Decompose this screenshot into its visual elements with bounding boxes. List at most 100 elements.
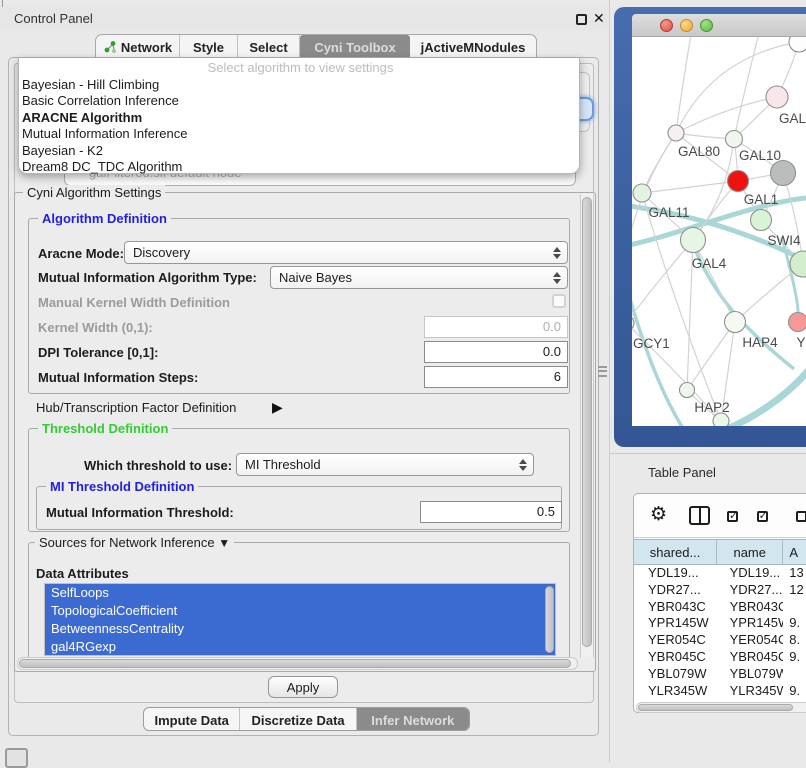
- attribute-list-item[interactable]: BetweennessCentrality: [45, 620, 555, 638]
- attribute-list-item[interactable]: gal4RGexp: [45, 638, 555, 656]
- network-node-gal4[interactable]: [681, 228, 706, 253]
- dropdown-item[interactable]: Bayesian - K2: [19, 143, 579, 160]
- select-all-columns-icon-2[interactable]: ✓: [757, 511, 768, 522]
- manual-kernel-label: Manual Kernel Width Definition: [38, 295, 230, 310]
- dropdown-item[interactable]: Basic Correlation Inference: [19, 93, 579, 110]
- table-cell: YDR27...: [634, 582, 717, 599]
- column-header-name[interactable]: name: [717, 539, 783, 565]
- table-cell: YBL079W: [634, 666, 717, 683]
- data-attributes-list[interactable]: SelfLoopsTopologicalCoefficientBetweenne…: [44, 583, 556, 656]
- table-cell: YBR045C: [634, 649, 717, 666]
- network-node-gal10[interactable]: [726, 131, 743, 148]
- network-node-label: GAL11: [648, 205, 689, 220]
- table-row[interactable]: YER054CYER054C8.: [634, 632, 806, 649]
- dropdown-item[interactable]: Dream8 DC_TDC Algorithm: [19, 159, 579, 176]
- table-cell: YBR043C: [634, 599, 717, 616]
- network-canvas[interactable]: GALGAL80GAL10GAL1GAL11SWI4GAL4GCY1HAP4YH…: [632, 37, 806, 426]
- network-node-y[interactable]: [789, 313, 806, 332]
- minimize-window-icon[interactable]: [680, 19, 693, 32]
- table-panel: Table Panel ⚙ ✓ ✓ shared... name A YDL19…: [610, 447, 806, 762]
- tab-impute-data[interactable]: Impute Data: [144, 708, 240, 731]
- network-node[interactable]: [789, 37, 806, 52]
- dropdown-item[interactable]: Mutual Information Inference: [19, 126, 579, 143]
- table-container: ⚙ ✓ ✓ shared... name A YDL19...YDL19...1…: [633, 493, 806, 713]
- column-header-shared-name[interactable]: shared...: [634, 539, 717, 565]
- network-edge[interactable]: [687, 322, 735, 390]
- split-columns-icon[interactable]: [689, 506, 710, 525]
- table-row[interactable]: YBL079WYBL079W: [634, 666, 806, 683]
- mi-threshold-field[interactable]: 0.5: [420, 501, 562, 523]
- divider-grip-icon[interactable]: [598, 366, 607, 377]
- table-row[interactable]: YBR045CYBR045C9.: [634, 649, 806, 666]
- table-cell: [783, 666, 806, 683]
- tab-network[interactable]: Network: [96, 35, 180, 59]
- tab-infer-network[interactable]: Infer Network: [357, 708, 469, 731]
- network-node-gal80[interactable]: [668, 125, 684, 141]
- network-window-titlebar[interactable]: [632, 14, 806, 37]
- mi-algorithm-type-combo[interactable]: Naive Bayes: [270, 266, 568, 289]
- select-all-columns-icon[interactable]: ✓: [727, 511, 738, 522]
- tab-jactivemnodules[interactable]: jActiveMNodules: [410, 35, 536, 59]
- network-node-label: GCY1: [633, 336, 670, 351]
- table-row[interactable]: YLR345WYLR345W9.: [634, 683, 806, 700]
- network-node-gcy1[interactable]: [632, 315, 634, 331]
- settings-vscroll-thumb[interactable]: [582, 197, 592, 647]
- combo-arrows-icon: [553, 247, 561, 259]
- network-node-gal[interactable]: [766, 86, 788, 108]
- mi-steps-field[interactable]: 6: [424, 366, 568, 388]
- network-edge[interactable]: [693, 240, 735, 322]
- sources-collapse-icon[interactable]: ▼: [218, 536, 230, 550]
- table-cell: 9.: [783, 615, 806, 632]
- table-cell: YIL052C: [634, 699, 717, 700]
- which-threshold-combo[interactable]: MI Threshold: [236, 453, 534, 476]
- attributes-list-scrollbar[interactable]: [545, 586, 554, 653]
- network-node[interactable]: [771, 161, 796, 186]
- tab-discretize-data[interactable]: Discretize Data: [240, 708, 356, 731]
- dropdown-item[interactable]: ARACNE Algorithm: [19, 110, 579, 127]
- apply-button[interactable]: Apply: [268, 676, 338, 698]
- network-node-gal11[interactable]: [633, 184, 651, 202]
- settings-hscroll-thumb[interactable]: [19, 659, 571, 668]
- network-node-gal1[interactable]: [728, 171, 749, 192]
- dpi-tolerance-field[interactable]: 0.0: [424, 341, 568, 363]
- mi-algorithm-type-label: Mutual Information Algorithm Type:: [38, 270, 257, 285]
- close-window-icon[interactable]: [660, 19, 673, 32]
- dropdown-item[interactable]: Bayesian - Hill Climbing: [19, 77, 579, 94]
- corner-button[interactable]: [5, 748, 28, 768]
- network-node-swi4[interactable]: [751, 210, 772, 231]
- network-node-hap4[interactable]: [725, 312, 746, 333]
- network-node[interactable]: [713, 413, 729, 426]
- float-window-icon[interactable]: [576, 14, 587, 25]
- table-hscroll-thumb[interactable]: [638, 704, 793, 711]
- table-row[interactable]: YBR043CYBR043C: [634, 599, 806, 616]
- hub-expand-icon[interactable]: ▶: [272, 399, 283, 416]
- table-row[interactable]: YIL052CYIL052C9.: [634, 699, 806, 700]
- network-node-label: GAL1: [744, 192, 779, 207]
- network-edge[interactable]: [676, 97, 777, 133]
- attribute-list-item[interactable]: SelfLoops: [45, 584, 555, 602]
- network-edge[interactable]: [632, 277, 690, 426]
- tab-select[interactable]: Select: [238, 35, 300, 59]
- network-icon: [103, 40, 117, 54]
- aracne-mode-combo[interactable]: Discovery: [124, 241, 568, 264]
- table-header-row: shared... name A: [634, 539, 806, 565]
- tab-style[interactable]: Style: [180, 35, 238, 59]
- table-row[interactable]: YDR27...YDR27...12: [634, 582, 806, 599]
- kernel-width-field[interactable]: 0.0: [424, 316, 568, 338]
- attribute-list-item[interactable]: TopologicalCoefficient: [45, 602, 555, 620]
- network-edge[interactable]: [734, 37, 760, 139]
- table-row[interactable]: YPR145WYPR145W9.: [634, 615, 806, 632]
- network-edge[interactable]: [632, 240, 693, 323]
- close-panel-icon[interactable]: ✕: [593, 10, 605, 27]
- table-panel-title: Table Panel: [648, 465, 716, 480]
- deselect-all-columns-icon[interactable]: [796, 511, 806, 522]
- network-node-hap2[interactable]: [680, 383, 695, 398]
- table-row[interactable]: YDL19...YDL19...13: [634, 565, 806, 582]
- table-cell: YLR345W: [634, 683, 717, 700]
- table-cell: YER054C: [717, 632, 784, 649]
- manual-kernel-checkbox[interactable]: [552, 294, 566, 308]
- gear-icon[interactable]: ⚙: [650, 503, 667, 526]
- tab-cyni-toolbox[interactable]: Cyni Toolbox: [300, 35, 410, 59]
- zoom-window-icon[interactable]: [700, 19, 713, 32]
- column-header-partial[interactable]: A: [783, 539, 806, 565]
